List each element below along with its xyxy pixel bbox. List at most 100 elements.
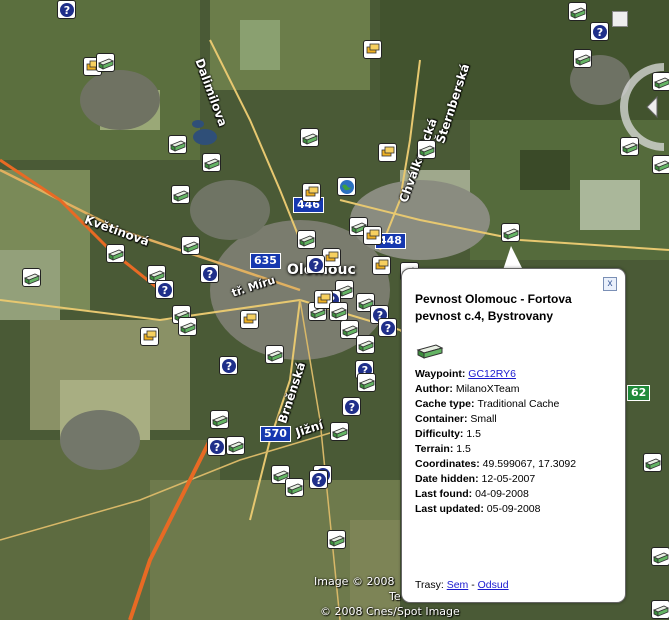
road-shield-635: 635 bbox=[250, 253, 281, 269]
ammo-box-icon[interactable] bbox=[620, 137, 639, 156]
ammo-box-icon[interactable] bbox=[22, 268, 41, 287]
detail-value: 05-09-2008 bbox=[486, 503, 541, 515]
ammo-box-icon[interactable] bbox=[501, 223, 520, 242]
detail-label: Last found: bbox=[415, 488, 476, 500]
copyright-line-3: © 2008 Cnes/Spot Image bbox=[320, 605, 460, 618]
question-mark-icon[interactable]: ? bbox=[378, 318, 397, 337]
detail-label: Date hidden: bbox=[415, 473, 482, 485]
detail-value: 1.5 bbox=[466, 428, 481, 440]
ammo-box-icon bbox=[416, 344, 444, 359]
ammo-box-icon[interactable] bbox=[171, 185, 190, 204]
ammo-box-icon[interactable] bbox=[300, 128, 319, 147]
detail-row: Waypoint: GC12RY6 bbox=[415, 367, 620, 382]
detail-value: Traditional Cache bbox=[477, 398, 560, 410]
ammo-box-icon[interactable] bbox=[168, 135, 187, 154]
question-mark-icon[interactable]: ? bbox=[342, 397, 361, 416]
question-mark-icon[interactable]: ? bbox=[309, 470, 328, 489]
detail-row: Last updated: 05-09-2008 bbox=[415, 502, 620, 517]
question-mark-icon[interactable]: ? bbox=[590, 22, 609, 41]
route-from-link[interactable]: Odsud bbox=[478, 579, 509, 591]
detail-value[interactable]: GC12RY6 bbox=[468, 368, 516, 380]
svg-text:?: ? bbox=[349, 401, 355, 414]
ammo-box-icon[interactable] bbox=[330, 422, 349, 441]
svg-text:?: ? bbox=[313, 259, 319, 272]
cache-details: Waypoint: GC12RY6 Author: MilanoXTeam Cach… bbox=[415, 367, 620, 517]
detail-label: Terrain: bbox=[415, 443, 457, 455]
ammo-box-icon[interactable] bbox=[652, 72, 669, 91]
detail-value: 04-09-2008 bbox=[475, 488, 529, 500]
detail-label: Difficulty: bbox=[415, 428, 467, 440]
detail-label: Waypoint: bbox=[415, 368, 469, 380]
road-shield-570: 570 bbox=[260, 426, 291, 442]
svg-text:?: ? bbox=[597, 26, 603, 39]
question-mark-icon[interactable]: ? bbox=[57, 0, 76, 19]
map-reset-icon[interactable] bbox=[612, 11, 628, 27]
ammo-box-icon[interactable] bbox=[285, 478, 304, 497]
svg-text:?: ? bbox=[162, 284, 168, 297]
ammo-box-icon[interactable] bbox=[651, 600, 669, 619]
ammo-box-icon[interactable] bbox=[106, 244, 125, 263]
ammo-box-icon[interactable] bbox=[327, 530, 346, 549]
ammo-box-icon[interactable] bbox=[178, 317, 197, 336]
detail-label: Author: bbox=[415, 383, 456, 395]
detail-row: Coordinates: 49.599067, 17.3092 bbox=[415, 457, 620, 472]
ammo-box-icon[interactable] bbox=[652, 155, 669, 174]
detail-row: Difficulty: 1.5 bbox=[415, 427, 620, 442]
multi-cache-icon[interactable] bbox=[363, 40, 382, 59]
detail-row: Date hidden: 12-05-2007 bbox=[415, 472, 620, 487]
ammo-box-icon[interactable] bbox=[265, 345, 284, 364]
ammo-box-icon[interactable] bbox=[297, 230, 316, 249]
footer-separator: - bbox=[471, 579, 475, 591]
copyright-line-2: Te bbox=[389, 590, 401, 603]
detail-label: Cache type: bbox=[415, 398, 478, 410]
earthcache-icon[interactable] bbox=[337, 177, 356, 196]
svg-text:?: ? bbox=[316, 474, 322, 487]
road-shield-62: 62 bbox=[627, 385, 651, 401]
close-icon[interactable]: x bbox=[603, 277, 617, 291]
ammo-box-icon[interactable] bbox=[573, 49, 592, 68]
detail-value: Small bbox=[470, 413, 497, 425]
detail-row: Cache type: Traditional Cache bbox=[415, 397, 620, 412]
multi-cache-icon[interactable] bbox=[240, 310, 259, 329]
svg-text:?: ? bbox=[214, 441, 220, 454]
detail-value: 49.599067, 17.3092 bbox=[482, 458, 577, 470]
detail-row: Author: MilanoXTeam bbox=[415, 382, 620, 397]
balloon-footer: Trasy: Sem - Odsud bbox=[415, 579, 509, 591]
question-mark-icon[interactable]: ? bbox=[155, 280, 174, 299]
detail-row: Last found: 04-09-2008 bbox=[415, 487, 620, 502]
ammo-box-icon[interactable] bbox=[356, 335, 375, 354]
balloon-title: Pevnost Olomouc - Fortova pevnost c.4, B… bbox=[415, 292, 572, 323]
ammo-box-icon[interactable] bbox=[202, 153, 221, 172]
multi-cache-icon[interactable] bbox=[378, 143, 397, 162]
detail-label: Container: bbox=[415, 413, 471, 425]
ammo-box-icon[interactable] bbox=[417, 140, 436, 159]
svg-text:?: ? bbox=[385, 322, 391, 335]
detail-label: Coordinates: bbox=[415, 458, 483, 470]
multi-cache-icon[interactable] bbox=[302, 183, 321, 202]
multi-cache-icon[interactable] bbox=[140, 327, 159, 346]
question-mark-icon[interactable]: ? bbox=[200, 264, 219, 283]
detail-row: Container: Small bbox=[415, 412, 620, 427]
ammo-box-icon[interactable] bbox=[181, 236, 200, 255]
detail-value: MilanoXTeam bbox=[455, 383, 520, 395]
ammo-box-icon[interactable] bbox=[226, 436, 245, 455]
ammo-box-icon[interactable] bbox=[210, 410, 229, 429]
ammo-box-icon[interactable] bbox=[651, 547, 669, 566]
question-mark-icon[interactable]: ? bbox=[207, 437, 226, 456]
svg-text:?: ? bbox=[207, 268, 213, 281]
multi-cache-icon[interactable] bbox=[372, 256, 391, 275]
ammo-box-icon[interactable] bbox=[568, 2, 587, 21]
footer-prefix: Trasy: bbox=[415, 579, 444, 591]
detail-row: Terrain: 1.5 bbox=[415, 442, 620, 457]
question-mark-icon[interactable]: ? bbox=[306, 255, 325, 274]
ammo-box-icon[interactable] bbox=[357, 373, 376, 392]
ammo-box-icon[interactable] bbox=[643, 453, 662, 472]
detail-value: 1.5 bbox=[456, 443, 471, 455]
cache-info-balloon: x Pevnost Olomouc - Fortova pevnost c.4,… bbox=[401, 268, 626, 603]
ammo-box-icon[interactable] bbox=[96, 53, 115, 72]
ammo-box-icon[interactable] bbox=[329, 302, 348, 321]
balloon-tail bbox=[503, 246, 523, 270]
route-to-link[interactable]: Sem bbox=[447, 579, 469, 591]
multi-cache-icon[interactable] bbox=[363, 226, 382, 245]
question-mark-icon[interactable]: ? bbox=[219, 356, 238, 375]
